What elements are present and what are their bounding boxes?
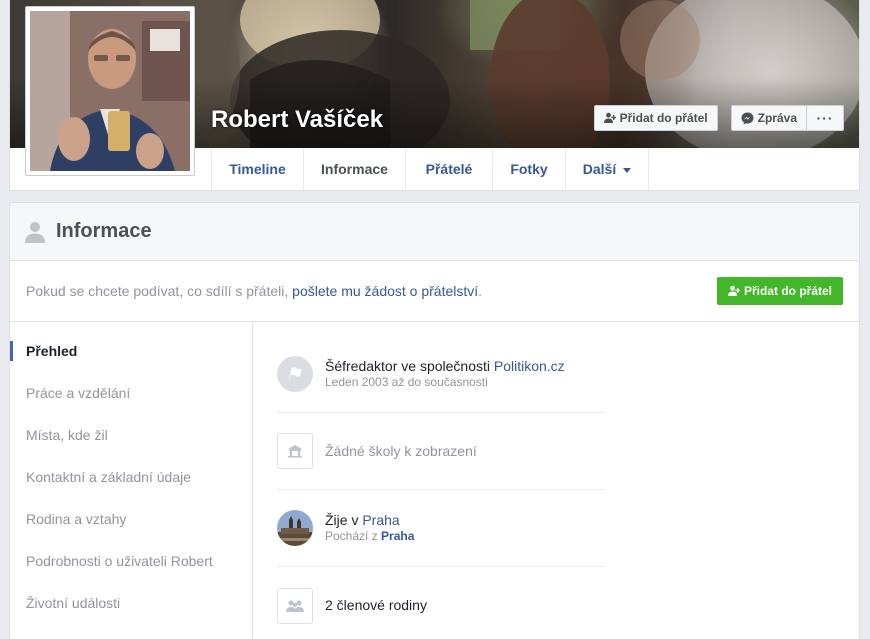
- school-entry: Žádné školy k zobrazení: [277, 413, 605, 490]
- family-icon: [277, 587, 313, 624]
- work-dates: Leden 2003 až do současnosti: [325, 375, 488, 389]
- add-friend-button[interactable]: Přidat do přátel: [593, 105, 718, 131]
- person-icon: [24, 221, 46, 243]
- profile-header: Robert Vašíček Přidat do přátel Zpráva ·…: [9, 0, 860, 191]
- profile-picture[interactable]: [25, 6, 195, 176]
- message-label: Zpráva: [757, 111, 797, 125]
- nav-item-rodina[interactable]: Rodina a vztahy: [10, 498, 252, 540]
- nav-item-mista[interactable]: Místa, kde žil: [10, 414, 252, 456]
- tab-timeline[interactable]: Timeline: [212, 148, 304, 190]
- no-schools-text: Žádné školy k zobrazení: [325, 442, 477, 459]
- overview-pane: Šéfredaktor ve společnosti Politikon.cz …: [253, 322, 859, 639]
- profile-tabs: Timeline Informace Přátelé Fotky Další: [211, 148, 649, 190]
- about-nav: Přehled Práce a vzdělání Místa, kde žil …: [10, 322, 253, 639]
- nav-item-prehled[interactable]: Přehled: [10, 330, 252, 372]
- city-photo-icon: [277, 510, 313, 546]
- nav-item-kontaktni-udaje[interactable]: Kontaktní a základní údaje: [10, 456, 252, 498]
- messenger-icon: [741, 112, 754, 125]
- tab-fotky[interactable]: Fotky: [493, 148, 566, 190]
- flag-icon: [277, 356, 313, 392]
- info-header: Informace: [10, 203, 859, 261]
- company-link[interactable]: Politikon.cz: [494, 358, 565, 374]
- info-body: Přehled Práce a vzdělání Místa, kde žil …: [10, 322, 859, 639]
- add-friend-label: Přidat do přátel: [619, 111, 708, 125]
- work-title: Šéfredaktor ve společnosti Politikon.cz: [325, 358, 565, 374]
- friend-request-bar: Pokud se chcete podívat, co sdílí s přát…: [10, 261, 859, 322]
- caret-down-icon: [623, 167, 632, 173]
- cover-actions: Přidat do přátel Zpráva ···: [593, 105, 844, 131]
- work-entry: Šéfredaktor ve společnosti Politikon.cz …: [277, 336, 605, 413]
- family-entry: 2 členové rodiny: [277, 567, 605, 639]
- lives-in-text: Žije v Praha: [325, 512, 400, 528]
- send-friend-request-link[interactable]: pošlete mu žádost o přátelství: [292, 283, 478, 299]
- profile-picture-image: [30, 11, 190, 171]
- tab-informace[interactable]: Informace: [304, 148, 406, 190]
- nav-item-prace-vzdelani[interactable]: Práce a vzdělání: [10, 372, 252, 414]
- profile-name[interactable]: Robert Vašíček: [211, 106, 383, 134]
- hometown-text: Pochází z Praha: [325, 529, 415, 543]
- tab-pratele[interactable]: Přátelé: [406, 148, 493, 190]
- family-count-text: 2 členové rodiny: [325, 597, 427, 613]
- friend-request-text: Pokud se chcete podívat, co sdílí s přát…: [26, 283, 483, 299]
- more-options-button[interactable]: ···: [807, 105, 844, 131]
- info-title: Informace: [56, 220, 152, 242]
- info-card: Informace Pokud se chcete podívat, co sd…: [9, 202, 860, 639]
- more-options-label: ···: [816, 110, 834, 126]
- person-plus-icon: [603, 112, 616, 124]
- tab-dalsi[interactable]: Další: [566, 148, 649, 190]
- add-friend-green-button[interactable]: Přidat do přátel: [716, 277, 843, 305]
- lives-entry: Žije v Praha Pochází z Praha: [277, 490, 605, 567]
- person-plus-icon: [727, 285, 740, 297]
- school-icon: [277, 433, 313, 469]
- nav-item-podrobnosti[interactable]: Podrobnosti o uživateli Robert: [10, 540, 252, 582]
- hometown-link[interactable]: Praha: [381, 529, 414, 543]
- message-button[interactable]: Zpráva: [730, 105, 807, 131]
- add-friend-green-label: Přidat do přátel: [743, 284, 832, 298]
- nav-item-zivotni-udalosti[interactable]: Životní události: [10, 582, 252, 624]
- current-city-link[interactable]: Praha: [362, 512, 399, 528]
